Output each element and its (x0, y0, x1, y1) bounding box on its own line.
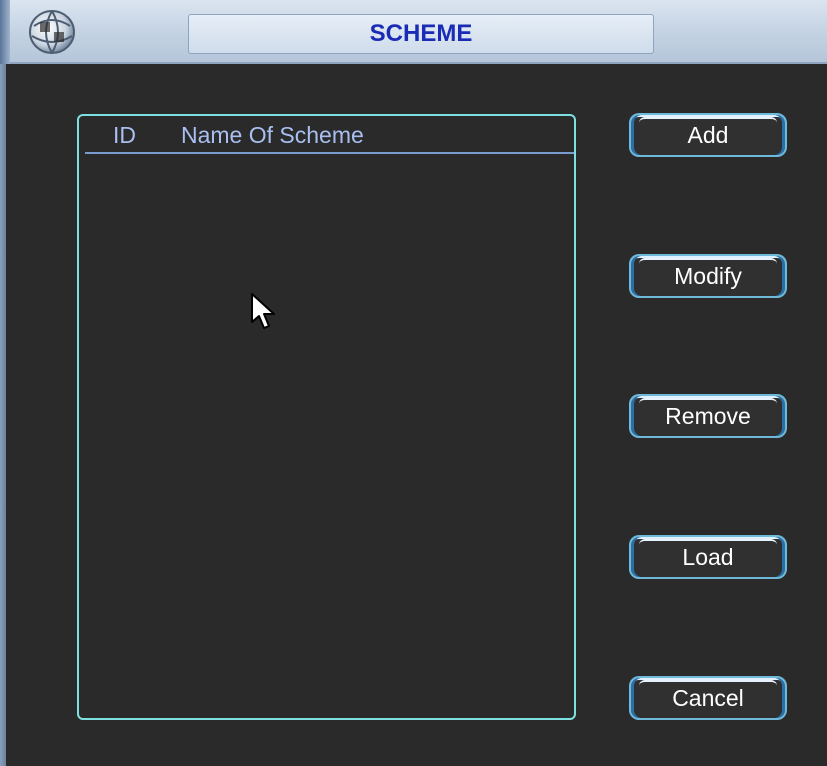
load-button[interactable]: Load (629, 535, 787, 579)
remove-button-label: Remove (639, 398, 777, 434)
column-header-id[interactable]: ID (113, 122, 136, 149)
title-bar-edge (0, 0, 10, 64)
load-button-label: Load (639, 539, 777, 575)
globe-icon (29, 10, 75, 54)
cancel-button-label: Cancel (639, 680, 777, 716)
list-body[interactable] (79, 156, 574, 716)
title-plate: SCHEME (188, 14, 654, 54)
add-button-label: Add (639, 117, 777, 153)
cancel-button[interactable]: Cancel (629, 676, 787, 720)
window-title: SCHEME (369, 20, 473, 47)
remove-button[interactable]: Remove (629, 394, 787, 438)
modify-button[interactable]: Modify (629, 254, 787, 298)
add-button[interactable]: Add (629, 113, 787, 157)
list-header: ID Name Of Scheme (85, 116, 574, 154)
scheme-dialog: SCHEME ID Name Of Scheme Add Modify Remo… (0, 0, 827, 766)
scheme-list[interactable]: ID Name Of Scheme (77, 114, 576, 720)
arrow-cursor-icon (251, 293, 275, 329)
modify-button-label: Modify (639, 258, 777, 294)
title-bar: SCHEME (0, 0, 827, 64)
window-left-border (0, 64, 6, 766)
column-header-name[interactable]: Name Of Scheme (181, 122, 364, 149)
